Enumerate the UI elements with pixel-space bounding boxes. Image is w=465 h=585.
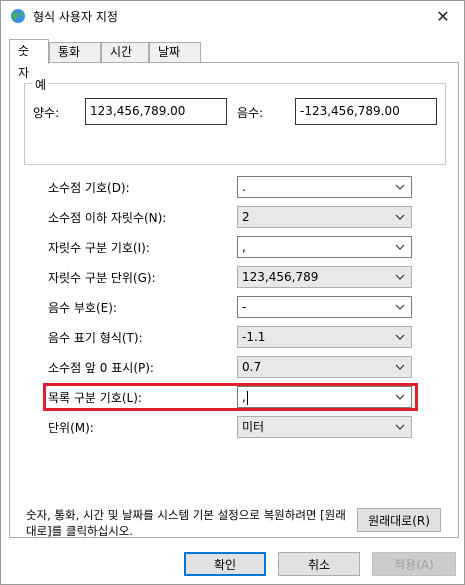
window-title: 형식 사용자 지정 [33,10,118,24]
sample-group: 예 양수: 123,456,789.00 음수: -123,456,789.00 [24,76,446,165]
close-button[interactable]: ✕ [428,4,458,28]
negative-sample: -123,456,789.00 [295,98,437,125]
negative-label: 음수: [237,106,264,120]
cancel-button[interactable]: 취소 [278,552,360,576]
positive-sample: 123,456,789.00 [85,98,227,125]
chevron-down-icon[interactable] [395,297,405,317]
digit-grouping-label: 자릿수 구분 단위(G): [48,271,156,285]
chevron-down-icon[interactable] [395,417,405,437]
chevron-down-icon[interactable] [395,267,405,287]
negative-sign-value: - [242,300,247,314]
chevron-down-icon[interactable] [395,177,405,197]
leading-zero-value: 0.7 [242,360,262,374]
digit-grouping-symbol-value: , [242,240,246,254]
decimal-digits-dropdown[interactable]: 2 [237,206,412,228]
list-separator-label: 목록 구분 기호(L): [48,391,142,405]
list-separator-value: , [242,390,246,404]
chevron-down-icon[interactable] [395,207,405,227]
text-caret [246,390,248,405]
measurement-value: 미터 [242,420,265,434]
leading-zero-label: 소수점 앞 0 표시(P): [48,361,154,375]
measurement-label: 단위(M): [48,421,94,435]
negative-format-dropdown[interactable]: -1.1 [237,326,412,348]
reset-button[interactable]: 원래대로(R) [357,508,441,532]
digit-grouping-symbol-combo[interactable]: , [237,236,412,258]
negative-format-value: -1.1 [242,330,266,344]
tab-currency[interactable]: 통화 [49,42,101,63]
reset-note: 숫자, 통화, 시간 및 날짜를 시스템 기본 설정으로 복원하려면 [원래대로… [26,508,346,538]
positive-label: 양수: [33,106,60,120]
digit-grouping-symbol-label: 자릿수 구분 기호(I): [48,241,150,255]
chevron-down-icon[interactable] [395,387,405,407]
ok-button[interactable]: 확인 [184,552,266,576]
measurement-dropdown[interactable]: 미터 [237,416,412,438]
tab-number[interactable]: 숫자 [9,39,49,80]
chevron-down-icon[interactable] [395,327,405,347]
decimal-symbol-label: 소수점 기호(D): [48,181,130,195]
chevron-down-icon[interactable] [395,237,405,257]
digit-grouping-value: 123,456,789 [242,270,319,284]
globe-icon [11,9,25,23]
apply-button[interactable]: 적용(A) [372,552,456,576]
number-tab-panel: 예 양수: 123,456,789.00 음수: -123,456,789.00… [9,62,459,538]
leading-zero-dropdown[interactable]: 0.7 [237,356,412,378]
negative-sign-label: 음수 부호(E): [48,301,117,315]
negative-sign-combo[interactable]: - [237,296,412,318]
close-icon: ✕ [436,6,450,26]
sample-legend: 예 [33,76,49,93]
decimal-digits-label: 소수점 이하 자릿수(N): [48,211,167,225]
digit-grouping-dropdown[interactable]: 123,456,789 [237,266,412,288]
list-separator-combo[interactable]: , [237,386,412,408]
tab-date[interactable]: 날짜 [149,42,201,63]
decimal-digits-value: 2 [242,210,250,224]
decimal-symbol-value: . [242,180,246,194]
tab-time[interactable]: 시간 [101,42,149,63]
chevron-down-icon[interactable] [395,357,405,377]
tab-strip: 숫자 통화 시간 날짜 [9,39,459,80]
title-bar: 형식 사용자 지정 ✕ [1,1,464,31]
decimal-symbol-combo[interactable]: . [237,176,412,198]
negative-format-label: 음수 표기 형식(T): [48,331,143,345]
format-dialog: 형식 사용자 지정 ✕ 숫자 통화 시간 날짜 예 양수: 123,456,78… [0,0,465,585]
